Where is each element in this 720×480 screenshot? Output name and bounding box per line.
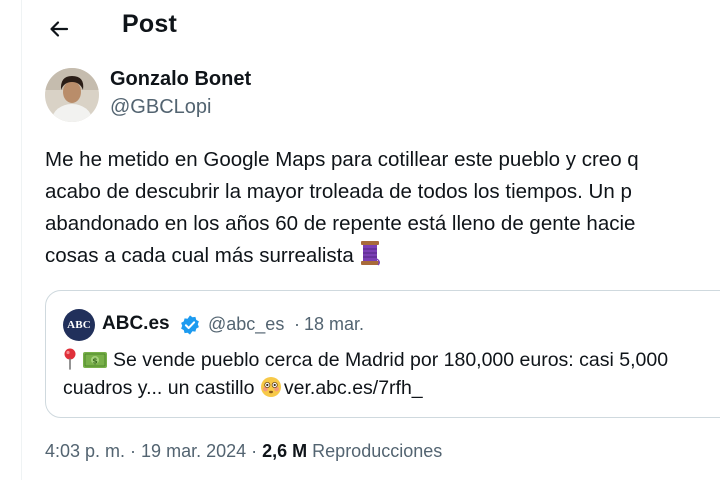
quoted-post-card[interactable]: ABC ABC.es @abc_es · 18 mar. $ Se vende … [45, 290, 720, 418]
tweet-text: Me he metido en Google Maps para cotille… [45, 144, 720, 272]
quoted-line-1: $ Se vende pueblo cerca de Madrid por 18… [63, 346, 720, 374]
thread-spool-icon [360, 241, 380, 266]
svg-text:$: $ [92, 357, 98, 366]
tweet-line: acabo de descubrir la mayor troleada de … [45, 180, 632, 203]
quoted-author-handle: @abc_es [208, 314, 285, 334]
tweet-line-last: cosas a cada cual más surrealista [45, 240, 720, 272]
tweet-line-text: cosas a cada cual más surrealista [45, 244, 354, 267]
flushed-face-icon [260, 377, 281, 397]
page-title: Post [122, 10, 177, 38]
tweet-line: Me he metido en Google Maps para cotille… [45, 148, 639, 171]
back-button[interactable] [42, 12, 76, 46]
author-name[interactable]: Gonzalo Bonet [110, 68, 251, 91]
verified-badge-icon [181, 315, 199, 335]
arrow-left-icon [50, 21, 69, 37]
post-date[interactable]: 19 mar. 2024 [141, 441, 246, 461]
column-border [21, 0, 22, 480]
quoted-author-name: ABC.es [102, 313, 170, 334]
quoted-line-2: cuadros y... un castillo ver.abc.es/7rfh… [63, 374, 720, 402]
round-pushpin-icon [64, 348, 76, 370]
views-count: 2,6 M [262, 441, 308, 461]
author-avatar[interactable] [45, 68, 99, 122]
post-meta: 4:03 p. m. · 19 mar. 2024 · 2,6 M Reprod… [45, 441, 442, 462]
page-header: Post [22, 0, 720, 54]
quoted-line-2-text: cuadros y... un castillo [63, 377, 255, 399]
meta-separator: · [125, 441, 142, 461]
tweet-line: abandonado en los años 60 de repente est… [45, 212, 636, 235]
quoted-text: $ Se vende pueblo cerca de Madrid por 18… [63, 346, 720, 402]
views-label: Reproducciones [312, 441, 443, 461]
quoted-date: 18 mar. [304, 314, 365, 334]
quoted-line-1-text: Se vende pueblo cerca de Madrid por 180,… [113, 349, 669, 371]
author-handle[interactable]: @GBCLopi [110, 96, 211, 119]
quoted-link[interactable]: ver.abc.es/7rfh_ [284, 377, 423, 399]
post-time[interactable]: 4:03 p. m. [45, 441, 125, 461]
quoted-separator: · [294, 314, 300, 334]
quoted-avatar: ABC [63, 309, 95, 341]
dollar-banknote-icon: $ [83, 352, 107, 368]
meta-separator: · [246, 441, 263, 461]
